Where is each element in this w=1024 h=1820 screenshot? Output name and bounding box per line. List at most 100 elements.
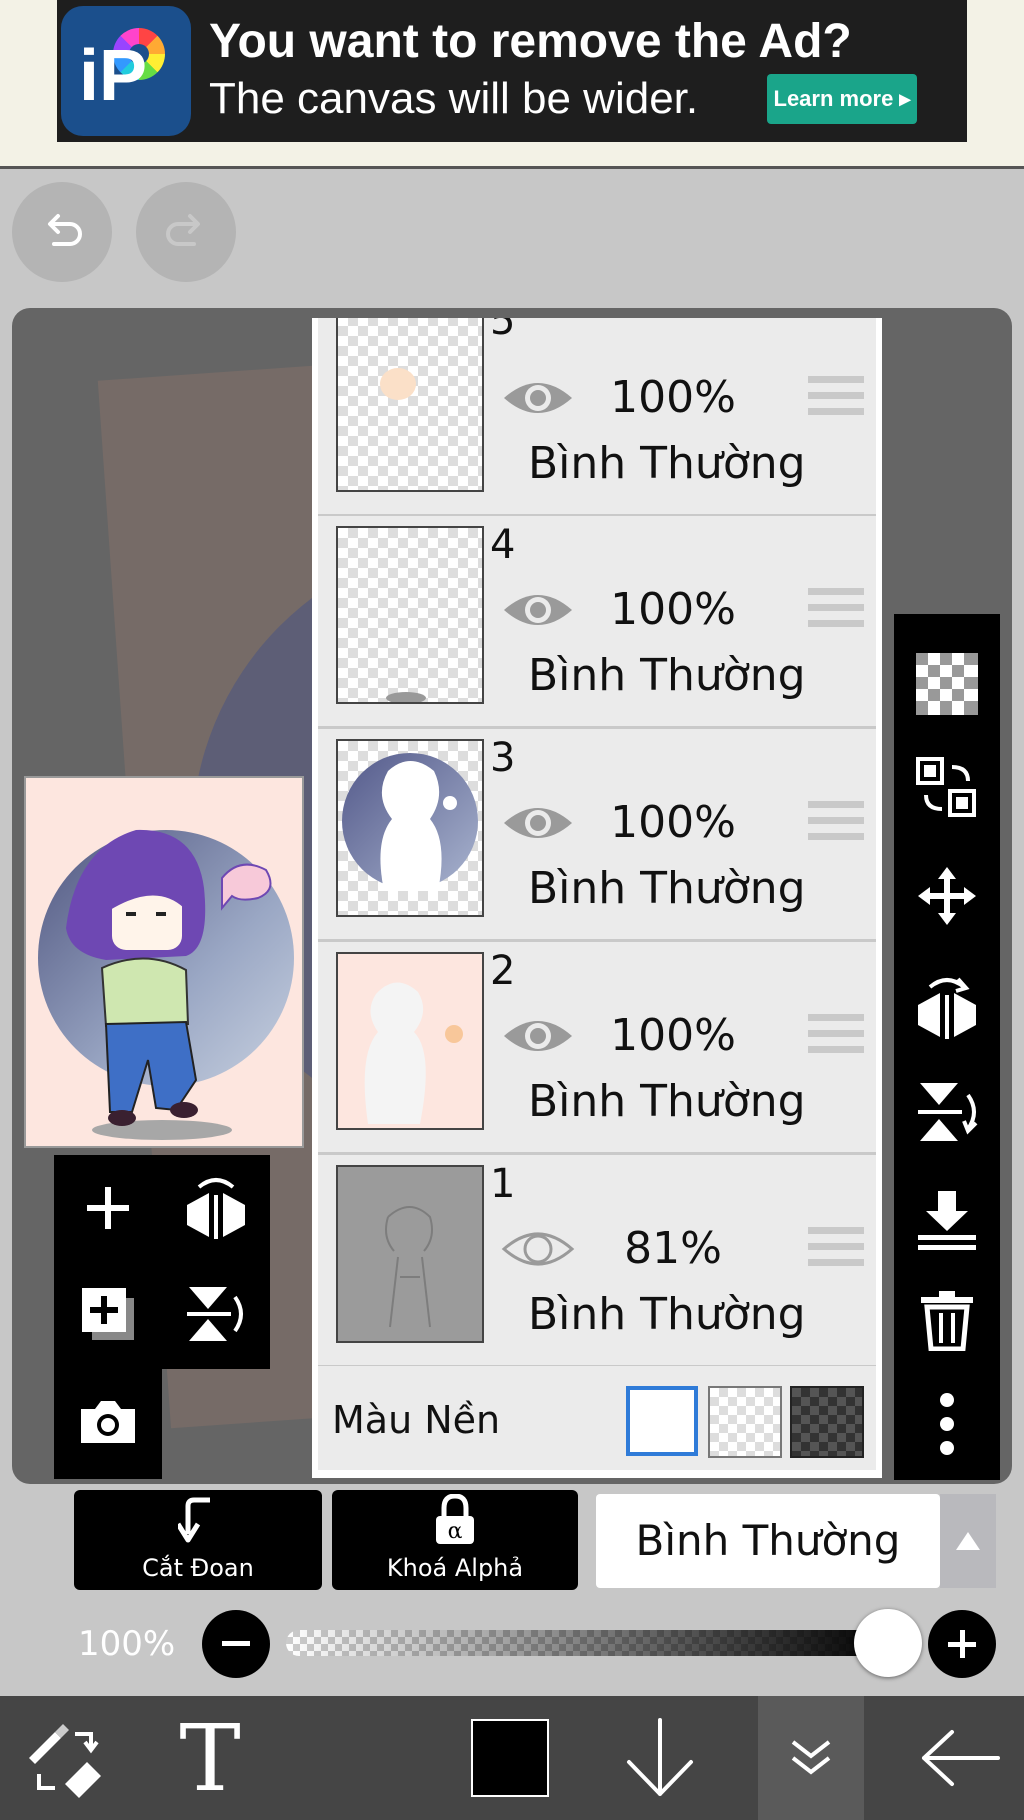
redo-button[interactable]	[136, 182, 236, 282]
drag-handle-icon[interactable]	[808, 1014, 864, 1056]
preview-artwork	[38, 829, 294, 1140]
duplicate-layer-icon	[82, 1288, 134, 1340]
triangle-up-icon	[956, 1532, 980, 1550]
blend-mode-select[interactable]: Bình Thường	[596, 1494, 940, 1588]
layer-row-3[interactable]: 3 100% Bình Thường	[318, 729, 876, 942]
ad-subtitle: The canvas will be wider.	[209, 74, 699, 123]
layer-number: 2	[490, 948, 516, 994]
undo-icon	[48, 214, 82, 246]
layer-tools-bar	[894, 614, 1000, 1480]
drag-handle-icon[interactable]	[808, 588, 864, 630]
camera-button[interactable]	[54, 1369, 162, 1475]
delete-layer-button[interactable]	[894, 1270, 1000, 1370]
opacity-slider-fill	[286, 1630, 888, 1656]
background-dark-swatch[interactable]	[790, 1386, 864, 1458]
visibility-toggle[interactable]	[500, 1012, 576, 1064]
download-button[interactable]	[610, 1696, 710, 1820]
clipping-button[interactable]: Cắt Đoan	[74, 1490, 322, 1590]
drag-handle-icon[interactable]	[808, 801, 864, 843]
layer-5-content	[380, 368, 416, 400]
opacity-decrease-button[interactable]	[202, 1610, 270, 1678]
add-layer-button[interactable]	[54, 1155, 162, 1261]
opacity-increase-button[interactable]	[928, 1610, 996, 1678]
arrow-down-icon	[627, 1718, 693, 1796]
background-color-row: Màu Nền	[318, 1366, 876, 1470]
layer-number: 1	[490, 1161, 516, 1207]
move-icon	[918, 867, 976, 925]
opacity-slider-track[interactable]	[286, 1630, 888, 1656]
more-icon	[940, 1393, 954, 1455]
add-layer-icon	[87, 1187, 129, 1229]
alpha-lock-button[interactable]: α Khoá Alphả	[332, 1490, 578, 1590]
layer-thumbnail	[336, 1165, 484, 1343]
layer-row-2[interactable]: 2 100% Bình Thường	[318, 942, 876, 1155]
visibility-toggle[interactable]	[500, 799, 576, 851]
layer-blend-mode: Bình Thường	[528, 650, 806, 701]
flip-horizontal-button[interactable]	[162, 1155, 270, 1261]
layer-row-4[interactable]: 4 100% Bình Thường	[318, 516, 876, 729]
blend-mode-value: Bình Thường	[635, 1516, 901, 1565]
layer-blend-mode: Bình Thường	[528, 1076, 806, 1127]
visibility-toggle[interactable]	[500, 374, 576, 426]
layer-number: 3	[490, 735, 516, 781]
merge-down-button[interactable]	[894, 1170, 1000, 1270]
background-transparent-swatch[interactable]	[708, 1386, 782, 1458]
undo-button[interactable]	[12, 182, 112, 282]
layer-1-content	[385, 1206, 433, 1328]
alpha-lock-label: Khoá Alphả	[386, 1554, 524, 1582]
minus-icon	[222, 1641, 250, 1646]
layer-opacity[interactable]: 100%	[608, 1010, 738, 1061]
canvas-preview[interactable]	[24, 776, 304, 1148]
eye-icon	[504, 808, 572, 838]
blend-mode-dropdown-button[interactable]	[940, 1494, 996, 1588]
layer-row-1[interactable]: 1 81% Bình Thường	[318, 1155, 876, 1368]
layer-thumbnail	[336, 526, 484, 704]
brush-eraser-toggle[interactable]	[10, 1696, 120, 1820]
text-tool-button[interactable]: T	[150, 1696, 270, 1820]
layer-number: 4	[490, 522, 516, 568]
opacity-value: 100%	[78, 1624, 176, 1664]
learn-more-button[interactable]: Learn more ▸	[767, 74, 917, 124]
logo-letters: iP	[79, 36, 148, 116]
drag-handle-icon[interactable]	[808, 1227, 864, 1269]
chevrons-down-icon	[791, 1740, 831, 1775]
background-color-label: Màu Nền	[332, 1398, 501, 1442]
layer-row-5[interactable]: 5 100% Bình Thường	[318, 318, 876, 517]
redo-icon	[166, 214, 200, 246]
camera-icon	[81, 1401, 135, 1443]
flip-horizontal-button[interactable]	[894, 958, 1000, 1058]
current-color-swatch	[471, 1719, 549, 1797]
layer-blend-mode: Bình Thường	[528, 438, 806, 489]
layer-opacity[interactable]: 100%	[608, 797, 738, 848]
ad-area: iP You want to remove the Ad? The canvas…	[0, 0, 1024, 169]
move-button[interactable]	[894, 846, 1000, 946]
flip-vertical-icon	[918, 1083, 978, 1141]
layer-blend-mode: Bình Thường	[528, 863, 806, 914]
ad-banner[interactable]: iP You want to remove the Ad? The canvas…	[57, 0, 967, 142]
swap-layer-icon	[916, 757, 976, 817]
duplicate-layer-button[interactable]	[54, 1261, 162, 1367]
layer-opacity[interactable]: 100%	[608, 372, 738, 423]
layer-blend-mode: Bình Thường	[528, 1289, 806, 1340]
visibility-toggle[interactable]	[500, 1225, 576, 1277]
lock-icon: α	[436, 1494, 474, 1544]
layer-opacity[interactable]: 100%	[608, 584, 738, 635]
flip-vertical-button[interactable]	[162, 1261, 270, 1367]
more-options-button[interactable]	[894, 1374, 1000, 1474]
transparency-button[interactable]	[894, 634, 1000, 734]
clipping-icon	[178, 1497, 210, 1543]
merge-down-icon	[918, 1191, 976, 1250]
background-white-swatch[interactable]	[626, 1386, 698, 1456]
arrow-left-icon	[922, 1730, 1000, 1786]
back-button[interactable]	[900, 1696, 1020, 1820]
layers-panel-button[interactable]	[758, 1696, 864, 1820]
app-logo-icon: iP	[61, 6, 191, 136]
opacity-slider-row: 100%	[0, 1606, 1024, 1686]
layer-opacity[interactable]: 81%	[608, 1223, 738, 1274]
flip-vertical-button[interactable]	[894, 1062, 1000, 1162]
opacity-slider-knob[interactable]	[854, 1609, 922, 1677]
visibility-toggle[interactable]	[500, 586, 576, 638]
drag-handle-icon[interactable]	[808, 376, 864, 418]
color-picker-button[interactable]	[450, 1696, 570, 1820]
swap-layer-button[interactable]	[894, 738, 1000, 838]
